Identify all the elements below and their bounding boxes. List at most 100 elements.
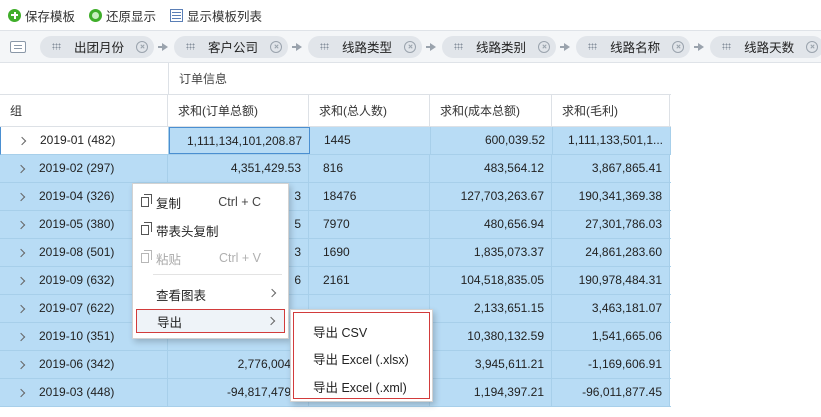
expand-chevron-icon[interactable] — [16, 248, 26, 257]
drag-handle-icon[interactable] — [320, 43, 330, 50]
chevron-right-icon — [267, 288, 277, 298]
row-group-cell[interactable]: 2019-06 (342) — [0, 351, 168, 378]
profit-cell[interactable]: 1,541,665.06 — [552, 323, 670, 350]
export-csv-item[interactable]: 导出 CSV — [313, 322, 367, 341]
row-group-cell[interactable]: 2019-02 (297) — [0, 155, 168, 182]
people-cell[interactable]: 2161 — [309, 267, 430, 294]
expand-chevron-icon[interactable] — [16, 276, 26, 285]
group-chip-2[interactable]: 线路类型 — [308, 35, 423, 58]
profit-cell[interactable]: 27,301,786.03 — [552, 211, 670, 238]
profit-cell[interactable]: -96,011,877.45 — [552, 379, 670, 406]
cost-cell[interactable]: 483,564.12 — [430, 155, 552, 182]
column-header-profit[interactable]: 求和(毛利) — [552, 95, 670, 127]
profit-cell[interactable]: 24,861,283.60 — [552, 239, 670, 266]
menu-item-export[interactable]: 导出 — [136, 309, 285, 333]
expand-chevron-icon[interactable] — [16, 360, 26, 369]
group-label: 2019-10 (351) — [39, 329, 115, 343]
group-chip-4[interactable]: 线路名称 — [576, 35, 691, 58]
column-group-header[interactable]: 订单信息 — [168, 63, 670, 95]
cost-cell[interactable]: 127,703,263.67 — [430, 183, 552, 210]
table-row[interactable]: 2019-04 (326) 3 18476 127,703,263.67 190,341… — [0, 183, 671, 211]
people-cell[interactable]: 816 — [309, 155, 430, 182]
menu-item-paste: 粘贴 Ctrl + V — [136, 246, 285, 270]
row-group-cell[interactable]: 2019-01 (482) — [1, 127, 169, 154]
copy-icon — [141, 194, 152, 207]
expand-chevron-icon[interactable] — [16, 332, 26, 341]
remove-icon[interactable] — [806, 40, 819, 53]
profit-cell[interactable]: 3,867,865.41 — [552, 155, 670, 182]
drag-handle-icon[interactable] — [52, 43, 61, 50]
expand-chevron-icon[interactable] — [16, 304, 26, 313]
column-header-group[interactable]: 组 — [0, 95, 168, 127]
drag-handle-icon[interactable] — [186, 43, 196, 50]
save-template-button[interactable]: 保存模板 — [8, 6, 75, 25]
profit-cell[interactable]: 190,341,369.38 — [552, 183, 670, 210]
table-row[interactable]: 2019-01 (482) 1,111,134,101,208.87 1445 600… — [0, 127, 671, 155]
order-total-cell[interactable]: 4,351,429.53 — [168, 155, 309, 182]
restore-display-button[interactable]: 还原显示 — [89, 6, 156, 25]
cost-cell[interactable]: 1,835,073.37 — [430, 239, 552, 266]
restore-display-label: 还原显示 — [106, 9, 157, 24]
menu-item-shortcut: Ctrl + C — [218, 195, 261, 209]
order-total-cell[interactable]: -94,817,479.9 — [168, 379, 309, 406]
remove-icon[interactable] — [136, 40, 149, 53]
cost-cell[interactable]: 2,133,651.15 — [430, 295, 552, 322]
remove-icon[interactable] — [538, 40, 551, 53]
column-header-order-total[interactable]: 求和(订单总额) — [168, 95, 309, 127]
drag-handle-icon[interactable] — [722, 43, 732, 50]
menu-item-label: 复制 — [156, 196, 182, 211]
expand-chevron-icon[interactable] — [16, 164, 26, 173]
order-total-cell[interactable]: 1,111,134,101,208.87 — [169, 127, 310, 154]
group-chip-label: 客户公司 — [208, 41, 259, 55]
table-row[interactable]: 2019-05 (380) 5 7970 480,656.94 27,301,786.0… — [0, 211, 671, 239]
export-xml-item[interactable]: 导出 Excel (.xml) — [313, 377, 407, 396]
column-header-people[interactable]: 求和(总人数) — [309, 95, 430, 127]
menu-item-view-chart[interactable]: 查看图表 — [136, 282, 285, 306]
export-xlsx-item[interactable]: 导出 Excel (.xlsx) — [313, 349, 409, 368]
remove-icon[interactable] — [270, 40, 283, 53]
cost-cell[interactable]: 104,518,835.05 — [430, 267, 552, 294]
order-total-cell[interactable]: 2,776,004.2 — [168, 351, 309, 378]
people-cell[interactable]: 1445 — [310, 127, 431, 154]
menu-item-copy[interactable]: 复制 Ctrl + C — [136, 190, 285, 214]
cost-cell[interactable]: 480,656.94 — [430, 211, 552, 238]
group-chip-1[interactable]: 客户公司 — [174, 35, 289, 58]
people-cell[interactable]: 1690 — [309, 239, 430, 266]
expand-chevron-icon[interactable] — [16, 220, 26, 229]
remove-icon[interactable] — [672, 40, 685, 53]
profit-cell[interactable]: 190,978,484.31 — [552, 267, 670, 294]
group-chip-0[interactable]: 出团月份 — [40, 35, 155, 58]
cost-cell[interactable]: 10,380,132.59 — [430, 323, 552, 350]
cost-cell[interactable]: 3,945,611.21 — [430, 351, 552, 378]
arrow-right-icon — [560, 42, 571, 51]
arrow-right-icon — [292, 42, 303, 51]
remove-icon[interactable] — [404, 40, 417, 53]
show-template-list-button[interactable]: 显示模板列表 — [170, 6, 262, 25]
people-cell[interactable]: 7970 — [309, 211, 430, 238]
profit-cell[interactable]: 1,111,133,501,1... — [553, 127, 671, 154]
menu-item-copy-with-header[interactable]: 带表头复制 — [136, 218, 285, 242]
profit-cell[interactable]: -1,169,606.91 — [552, 351, 670, 378]
expand-chevron-icon[interactable] — [16, 388, 26, 397]
row-group-cell[interactable]: 2019-03 (448) — [0, 379, 168, 406]
expand-chevron-icon[interactable] — [16, 192, 26, 201]
column-header-cost[interactable]: 求和(成本总额) — [430, 95, 552, 127]
drag-handle-icon[interactable] — [454, 43, 464, 50]
group-label: 2019-02 (297) — [39, 161, 115, 175]
group-chip-label: 线路类型 — [342, 41, 393, 55]
cost-cell[interactable]: 1,194,397.21 — [430, 379, 552, 406]
group-chip-5[interactable]: 线路天数 — [710, 35, 821, 58]
profit-cell[interactable]: 3,463,181.07 — [552, 295, 670, 322]
restore-icon — [89, 8, 103, 22]
group-chip-3[interactable]: 线路类别 — [442, 35, 557, 58]
group-label: 2019-06 (342) — [39, 357, 115, 371]
table-row[interactable]: 2019-02 (297) 4,351,429.53 816 483,564.12 3,… — [0, 155, 671, 183]
show-template-list-label: 显示模板列表 — [187, 9, 263, 24]
table-row[interactable]: 2019-09 (632) 6 2161 104,518,835.05 190,978,… — [0, 267, 671, 295]
expand-chevron-icon[interactable] — [17, 136, 27, 145]
people-cell[interactable]: 18476 — [309, 183, 430, 210]
group-chip-label: 线路类别 — [476, 41, 527, 55]
drag-handle-icon[interactable] — [588, 43, 598, 50]
cost-cell[interactable]: 600,039.52 — [431, 127, 553, 154]
table-row[interactable]: 2019-08 (501) 3 1690 1,835,073.37 24,861,283… — [0, 239, 671, 267]
